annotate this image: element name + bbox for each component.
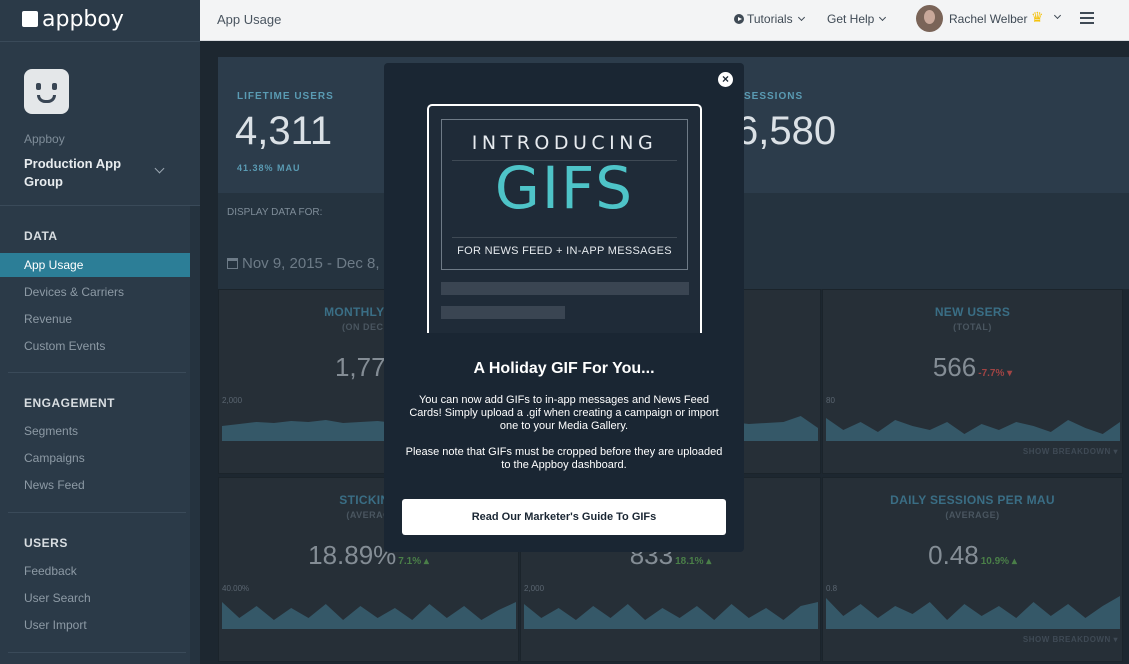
sparkline-max-label: 40.00%: [222, 584, 250, 593]
chevron-down-icon[interactable]: [154, 163, 165, 174]
sessions-label: SESSIONS: [744, 91, 804, 102]
hamburger-menu-icon[interactable]: [1080, 12, 1094, 24]
promo-gifs: GIFS: [494, 154, 635, 222]
appboy-logo-icon: [22, 11, 38, 27]
sparkline: [826, 596, 1120, 629]
date-label: DISPLAY DATA FOR:: [227, 207, 323, 218]
divider: [8, 512, 186, 513]
top-bar: App Usage Tutorials Get Help Rachel Welb…: [200, 0, 1129, 41]
sparkline: [222, 602, 516, 629]
read-guide-button[interactable]: Read Our Marketer's Guide To GIFs: [402, 499, 726, 535]
date-range-picker[interactable]: Nov 9, 2015 - Dec 8, 2: [227, 255, 392, 272]
card-delta: -7.7% ▾: [978, 368, 1013, 379]
promo-divider: [452, 237, 677, 238]
sparkline-max-label: 80: [826, 396, 835, 405]
play-icon: [734, 14, 744, 24]
lifetime-users-value: 4,311: [235, 109, 333, 153]
sparkline: [524, 602, 818, 629]
lifetime-users-label: LIFETIME USERS: [237, 91, 334, 102]
modal-body-text: You can now add GIFs to in-app messages …: [409, 394, 719, 432]
sidebar-scrollbar[interactable]: [190, 206, 200, 664]
promo-introducing: INTRODUCING: [471, 132, 658, 154]
sparkline: [826, 418, 1120, 441]
modal-note-text: Please note that GIFs must be cropped be…: [405, 446, 723, 471]
divider: [8, 372, 186, 373]
sidebar-item-app-usage[interactable]: App Usage: [0, 253, 190, 277]
chevron-down-icon[interactable]: [1053, 11, 1062, 20]
sidebar-item-devices-carriers[interactable]: Devices & Carriers: [0, 280, 190, 304]
company-name: Appboy: [24, 132, 65, 146]
gif-announcement-modal: × INTRODUCING GIFS FOR NEWS FEED + IN-AP…: [384, 63, 744, 552]
phone-preview: INTRODUCING GIFS FOR NEWS FEED + IN-APP …: [427, 104, 702, 333]
modal-title: A Holiday GIF For You...: [473, 360, 655, 377]
divider: [0, 41, 200, 42]
sparkline-max-label: 2,000: [222, 396, 243, 405]
show-breakdown-link[interactable]: SHOW BREAKDOWN ▾: [1023, 447, 1118, 456]
card-title: NEW USERS: [934, 305, 1011, 319]
sidebar-item-news-feed[interactable]: News Feed: [0, 473, 190, 497]
card-delta: 7.1% ▴: [398, 556, 429, 567]
card-value-wrap: 0.48 10.9% ▴: [823, 540, 1122, 571]
sidebar-item-segments[interactable]: Segments: [0, 419, 190, 443]
card-subtitle: (AVERAGE): [945, 510, 1000, 520]
section-heading-engagement: ENGAGEMENT: [24, 396, 116, 410]
chevron-down-icon: [797, 13, 805, 22]
show-breakdown-link[interactable]: SHOW BREAKDOWN ▾: [1023, 635, 1118, 644]
sidebar-item-revenue[interactable]: Revenue: [0, 307, 190, 331]
card-value-wrap: 566 -7.7% ▾: [823, 352, 1122, 383]
calendar-icon: [227, 258, 238, 269]
placeholder-bar: [441, 306, 565, 319]
sidebar-item-feedback[interactable]: Feedback: [0, 559, 190, 583]
sidebar-item-custom-events[interactable]: Custom Events: [0, 334, 190, 358]
sidebar-item-user-search[interactable]: User Search: [0, 586, 190, 610]
card-value: 0.48: [928, 540, 979, 570]
card-subtitle: (TOTAL): [953, 322, 992, 332]
section-heading-data: DATA: [24, 229, 58, 243]
divider: [0, 205, 200, 206]
sessions-value: 6,580: [736, 109, 837, 153]
sidebar: appboy Appboy Production App Group DATA …: [0, 0, 200, 664]
app-smiley-icon: [24, 69, 69, 114]
card-value: 566: [932, 352, 977, 382]
avatar[interactable]: [916, 5, 943, 32]
sparkline-area: [222, 602, 516, 629]
chevron-down-icon: [879, 13, 887, 22]
appboy-logo[interactable]: appboy: [22, 7, 124, 32]
card-title: DAILY SESSIONS PER MAU: [890, 493, 1055, 507]
metric-card: DAILY SESSIONS PER MAU (AVERAGE) 0.48 10.9%…: [822, 477, 1123, 662]
card-delta: 18.1% ▴: [675, 556, 712, 567]
sidebar-item-user-import[interactable]: User Import: [0, 613, 190, 637]
get-help-menu[interactable]: Get Help: [827, 12, 887, 26]
sparkline-area: [826, 418, 1120, 441]
divider: [8, 652, 186, 653]
metric-card: NEW USERS (TOTAL) 566 -7.7% ▾ 80 SHOW BREAKDO…: [822, 289, 1123, 474]
sparkline-area: [826, 596, 1120, 629]
section-heading-users: USERS: [24, 536, 68, 550]
lifetime-users-mau: 41.38% MAU: [237, 163, 301, 173]
user-name[interactable]: Rachel Welber: [949, 12, 1027, 26]
crown-icon: ♛: [1031, 9, 1044, 25]
promo-card: INTRODUCING GIFS FOR NEWS FEED + IN-APP …: [441, 119, 688, 270]
sparkline-max-label: 2,000: [524, 584, 545, 593]
close-icon[interactable]: ×: [718, 72, 733, 87]
tutorials-menu[interactable]: Tutorials: [734, 12, 805, 26]
sparkline-area: [524, 602, 818, 629]
app-group-selector[interactable]: Production App Group: [24, 155, 144, 191]
promo-subtitle: FOR NEWS FEED + IN-APP MESSAGES: [457, 245, 672, 257]
placeholder-bar: [441, 282, 689, 295]
card-delta: 10.9% ▴: [980, 556, 1017, 567]
sparkline-max-label: 0.8: [826, 584, 838, 593]
sidebar-item-campaigns[interactable]: Campaigns: [0, 446, 190, 470]
page-title: App Usage: [217, 12, 282, 27]
